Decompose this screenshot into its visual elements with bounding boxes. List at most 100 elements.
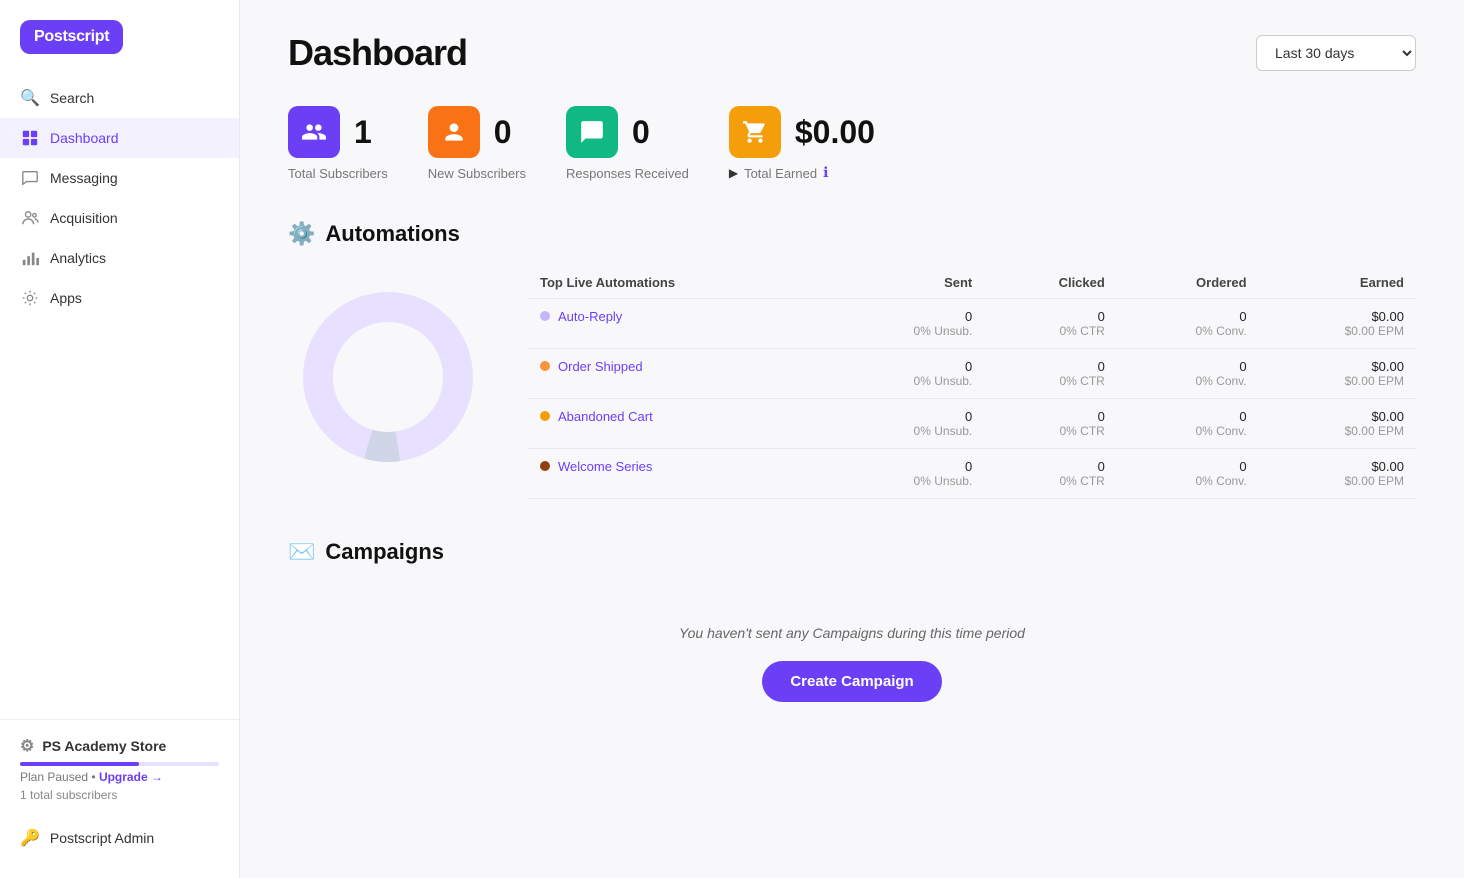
sidebar-item-label: Messaging — [50, 170, 118, 186]
automations-header: ⚙️ Automations — [288, 221, 1416, 247]
sent-cell: 0 0% Unsub. — [828, 349, 984, 399]
sidebar-item-admin[interactable]: 🔑 Postscript Admin — [0, 818, 239, 858]
automation-link[interactable]: Auto-Reply — [558, 309, 622, 324]
earned-cell: $0.00 $0.00 EPM — [1259, 399, 1416, 449]
stat-card-total-subscribers: 1 Total Subscribers — [288, 106, 388, 181]
total-earned-icon — [729, 106, 781, 158]
campaigns-header: ✉️ Campaigns — [288, 539, 1416, 565]
analytics-icon — [20, 248, 40, 268]
plan-progress-bar — [20, 762, 219, 766]
page-header: Dashboard Last 7 daysLast 30 daysLast 90… — [288, 32, 1416, 74]
auto-name-cell: Welcome Series — [528, 449, 828, 499]
row-dot — [540, 361, 550, 371]
admin-label: Postscript Admin — [50, 830, 154, 846]
auto-name-cell: Auto-Reply — [528, 299, 828, 349]
new-subscribers-label: New Subscribers — [428, 166, 526, 181]
sent-cell: 0 0% Unsub. — [828, 449, 984, 499]
col-header-earned: Earned — [1259, 267, 1416, 299]
sidebar-item-label: Dashboard — [50, 130, 119, 146]
automations-content: Top Live Automations Sent Clicked Ordere… — [288, 267, 1416, 499]
sidebar-item-messaging[interactable]: Messaging — [0, 158, 239, 198]
subscriber-count: 1 total subscribers — [20, 788, 219, 802]
responses-icon — [566, 106, 618, 158]
ordered-cell: 0 0% Conv. — [1117, 349, 1259, 399]
store-name-label: PS Academy Store — [42, 738, 166, 754]
messaging-icon — [20, 168, 40, 188]
sent-cell: 0 0% Unsub. — [828, 399, 984, 449]
automations-title: Automations — [325, 221, 459, 247]
automations-icon: ⚙️ — [288, 221, 315, 247]
campaigns-icon: ✉️ — [288, 539, 315, 565]
automation-link[interactable]: Abandoned Cart — [558, 409, 653, 424]
total-subscribers-label: Total Subscribers — [288, 166, 388, 181]
sidebar-item-apps[interactable]: Apps — [0, 278, 239, 318]
row-dot — [540, 411, 550, 421]
table-row: Order Shipped 0 0% Unsub. 0 0% CTR 0 0% … — [528, 349, 1416, 399]
sidebar-item-dashboard[interactable]: Dashboard — [0, 118, 239, 158]
automations-section-wrap: ⚙️ Automations Top Live Automations Sent — [288, 221, 1416, 499]
responses-value: 0 — [632, 114, 650, 151]
col-header-clicked: Clicked — [984, 267, 1117, 299]
stat-card-new-subscribers: 0 New Subscribers — [428, 106, 526, 181]
store-section: ⚙ PS Academy Store Plan Paused • Upgrade… — [0, 719, 239, 818]
ordered-cell: 0 0% Conv. — [1117, 399, 1259, 449]
sidebar-item-search[interactable]: 🔍 Search — [0, 78, 239, 118]
logo-wrap: Postscript — [0, 20, 239, 78]
responses-label: Responses Received — [566, 166, 689, 181]
earned-cell: $0.00 $0.00 EPM — [1259, 449, 1416, 499]
auto-name-cell: Order Shipped — [528, 349, 828, 399]
earned-cell: $0.00 $0.00 EPM — [1259, 299, 1416, 349]
campaigns-empty-state: You haven't sent any Campaigns during th… — [288, 585, 1416, 722]
table-row: Abandoned Cart 0 0% Unsub. 0 0% CTR 0 0%… — [528, 399, 1416, 449]
automation-link[interactable]: Order Shipped — [558, 359, 643, 374]
new-subscribers-value: 0 — [494, 114, 512, 151]
row-dot — [540, 461, 550, 471]
clicked-cell: 0 0% CTR — [984, 299, 1117, 349]
sidebar-item-label: Apps — [50, 290, 82, 306]
sidebar-item-acquisition[interactable]: Acquisition — [0, 198, 239, 238]
ordered-cell: 0 0% Conv. — [1117, 299, 1259, 349]
table-row: Auto-Reply 0 0% Unsub. 0 0% CTR 0 0% Con… — [528, 299, 1416, 349]
table-row: Welcome Series 0 0% Unsub. 0 0% CTR 0 0%… — [528, 449, 1416, 499]
logo[interactable]: Postscript — [20, 20, 123, 54]
stat-card-total-earned: $0.00 ▶ Total Earned ℹ — [729, 106, 875, 181]
sent-cell: 0 0% Unsub. — [828, 299, 984, 349]
donut-chart — [288, 267, 488, 467]
admin-icon: 🔑 — [20, 828, 40, 848]
store-name-row: ⚙ PS Academy Store — [20, 736, 219, 756]
automation-link[interactable]: Welcome Series — [558, 459, 652, 474]
earned-cell: $0.00 $0.00 EPM — [1259, 349, 1416, 399]
sidebar-item-analytics[interactable]: Analytics — [0, 238, 239, 278]
total-subscribers-value: 1 — [354, 114, 372, 151]
col-header-name: Top Live Automations — [528, 267, 828, 299]
store-icon: ⚙ — [20, 736, 34, 756]
total-earned-label: Total Earned — [744, 166, 817, 181]
stat-card-responses: 0 Responses Received — [566, 106, 689, 181]
campaigns-section: ✉️ Campaigns You haven't sent any Campai… — [288, 539, 1416, 722]
automations-table-wrap: Top Live Automations Sent Clicked Ordere… — [528, 267, 1416, 499]
apps-icon — [20, 288, 40, 308]
main-content: Dashboard Last 7 daysLast 30 daysLast 90… — [240, 0, 1464, 878]
total-subscribers-icon — [288, 106, 340, 158]
info-icon[interactable]: ℹ — [823, 164, 828, 181]
campaigns-title: Campaigns — [325, 539, 444, 565]
create-campaign-button[interactable]: Create Campaign — [762, 661, 941, 702]
ordered-cell: 0 0% Conv. — [1117, 449, 1259, 499]
row-dot — [540, 311, 550, 321]
upgrade-link[interactable]: Upgrade → — [99, 770, 163, 784]
clicked-cell: 0 0% CTR — [984, 349, 1117, 399]
plan-bar-fill — [20, 762, 139, 766]
sidebar-item-label: Acquisition — [50, 210, 118, 226]
total-earned-label-row: ▶ Total Earned ℹ — [729, 164, 829, 181]
acquisition-icon — [20, 208, 40, 228]
col-header-sent: Sent — [828, 267, 984, 299]
search-icon: 🔍 — [20, 88, 40, 108]
date-filter-select[interactable]: Last 7 daysLast 30 daysLast 90 daysLast … — [1256, 35, 1416, 71]
dashboard-icon — [20, 128, 40, 148]
automations-table: Top Live Automations Sent Clicked Ordere… — [528, 267, 1416, 499]
clicked-cell: 0 0% CTR — [984, 449, 1117, 499]
play-icon: ▶ — [729, 166, 738, 180]
sidebar-item-label: Search — [50, 90, 94, 106]
campaigns-empty-text: You haven't sent any Campaigns during th… — [288, 625, 1416, 641]
total-earned-value: $0.00 — [795, 114, 875, 151]
